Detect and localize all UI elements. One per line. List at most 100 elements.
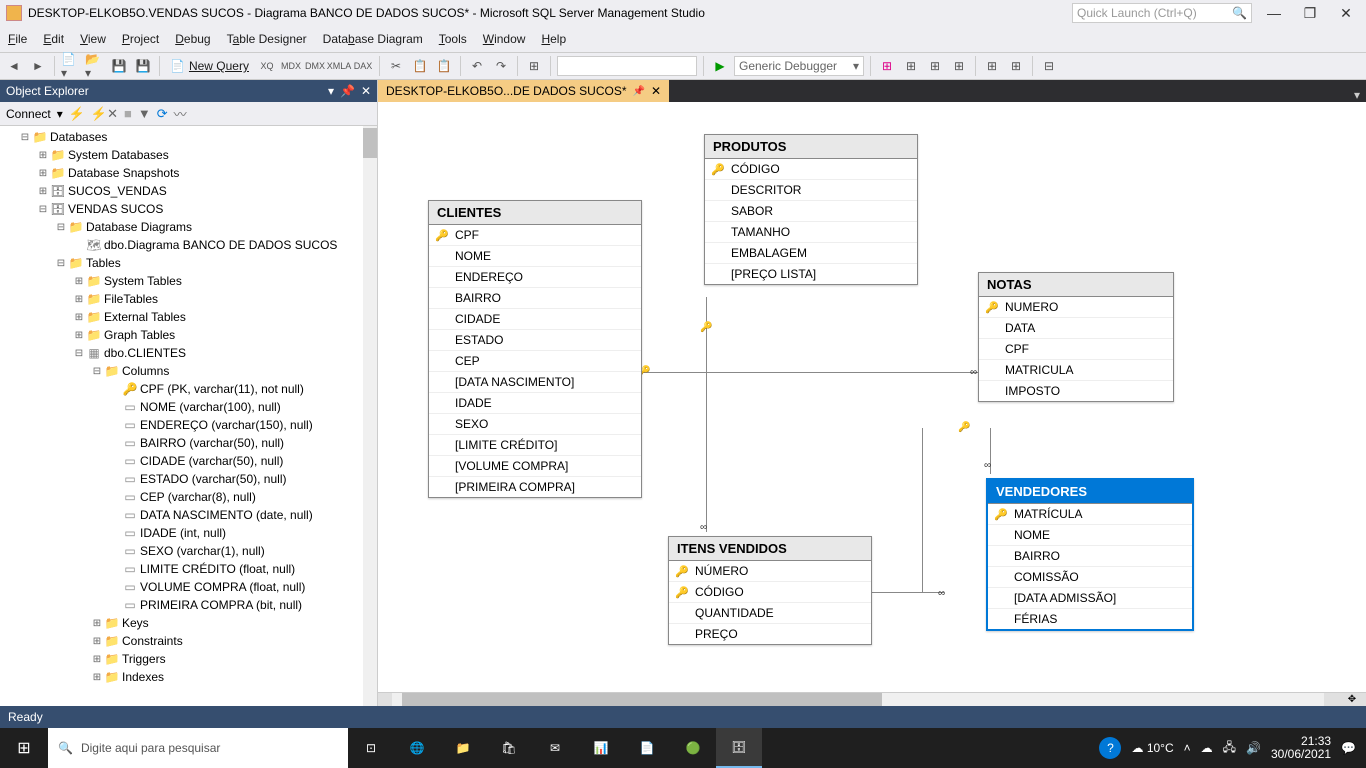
tree-item[interactable]: ⊞🗄SUCOS_VENDAS (0, 182, 377, 200)
taskbar-edge[interactable]: 🌐 (394, 728, 440, 768)
redo-button[interactable]: ↷ (491, 56, 511, 76)
tree-item[interactable]: ▭DATA NASCIMENTO (date, null) (0, 506, 377, 524)
table-column[interactable]: BAIRRO (988, 546, 1192, 567)
start-button[interactable]: ⊞ (0, 728, 48, 768)
tree-twisty[interactable]: ⊟ (72, 348, 86, 359)
panel-close-button[interactable]: ✕ (361, 84, 371, 98)
tree-item[interactable]: ⊞📁FileTables (0, 290, 377, 308)
quick-launch-input[interactable]: Quick Launch (Ctrl+Q) 🔍 (1072, 3, 1252, 23)
table-column[interactable]: [LIMITE CRÉDITO] (429, 435, 641, 456)
tree-item[interactable]: ⊞📁Triggers (0, 650, 377, 668)
menu-project[interactable]: Project (122, 32, 159, 46)
onedrive-icon[interactable]: ☁ (1201, 741, 1213, 755)
taskbar-mail[interactable]: ✉ (532, 728, 578, 768)
activity-icon[interactable]: 〰 (174, 104, 187, 123)
table-column[interactable]: BAIRRO (429, 288, 641, 309)
connect-dropdown[interactable]: ▾ (57, 107, 63, 121)
tree-item[interactable]: ⊞📁Keys (0, 614, 377, 632)
grid-button[interactable]: ⊞ (524, 56, 544, 76)
menu-tools[interactable]: Tools (439, 32, 467, 46)
object-tree[interactable]: ⊟📁Databases⊞📁System Databases⊞📁Database … (0, 126, 377, 706)
script-button-1[interactable]: XQ (257, 56, 277, 76)
tree-twisty[interactable]: ⊞ (36, 186, 50, 197)
weather-widget[interactable]: ☁ 10°C (1131, 741, 1173, 755)
tree-twisty[interactable]: ⊞ (36, 150, 50, 161)
tree-item[interactable]: ⊟📁Tables (0, 254, 377, 272)
tree-twisty[interactable]: ⊟ (54, 258, 68, 269)
table-column[interactable]: NOME (988, 525, 1192, 546)
tree-twisty[interactable]: ⊟ (36, 204, 50, 215)
tree-item[interactable]: ▭VOLUME COMPRA (float, null) (0, 578, 377, 596)
execute-button[interactable]: ▶ (710, 56, 730, 76)
tree-item[interactable]: ⊞📁Indexes (0, 668, 377, 686)
diagram-canvas[interactable]: 🔑 ∞ 🔑 ∞ ∞ 🔑 ∞ CLIENTES🔑CPFNOMEENDEREÇOBA… (378, 102, 1366, 692)
connect-button[interactable]: Connect (6, 107, 51, 121)
tree-item[interactable]: ⊞📁External Tables (0, 308, 377, 326)
table-column[interactable]: NOME (429, 246, 641, 267)
diagram-hscrollbar[interactable]: ✥ (378, 692, 1366, 706)
taskbar-excel[interactable]: 📊 (578, 728, 624, 768)
minimize-button[interactable]: — (1260, 3, 1288, 23)
table-column[interactable]: [VOLUME COMPRA] (429, 456, 641, 477)
tab-close-icon[interactable]: ✕ (651, 84, 661, 98)
tree-item[interactable]: ▭BAIRRO (varchar(50), null) (0, 434, 377, 452)
menu-database-diagram[interactable]: Database Diagram (323, 32, 423, 46)
tree-twisty[interactable]: ⊞ (36, 168, 50, 179)
menu-edit[interactable]: Edit (43, 32, 64, 46)
table-column[interactable]: COMISSÃO (988, 567, 1192, 588)
close-button[interactable]: ✕ (1332, 3, 1360, 23)
filter-icon[interactable]: ▼ (138, 106, 151, 121)
help-icon[interactable]: ? (1099, 737, 1121, 759)
tree-twisty[interactable]: ⊞ (72, 330, 86, 341)
tree-twisty[interactable]: ⊞ (90, 672, 104, 683)
tree-twisty[interactable]: ⊞ (72, 294, 86, 305)
tree-item[interactable]: ▭SEXO (varchar(1), null) (0, 542, 377, 560)
tree-item[interactable]: ⊟📁Columns (0, 362, 377, 380)
tree-item[interactable]: ▭CEP (varchar(8), null) (0, 488, 377, 506)
open-button[interactable]: 📂▾ (85, 56, 105, 76)
taskbar-chrome[interactable]: 🟢 (670, 728, 716, 768)
disconnect-icon[interactable]: ⚡✕ (91, 106, 118, 122)
table-column[interactable]: IDADE (429, 393, 641, 414)
table-column[interactable]: CIDADE (429, 309, 641, 330)
script-button-2[interactable]: MDX (281, 56, 301, 76)
table-tool-1[interactable]: ⊞ (877, 56, 897, 76)
pan-button[interactable]: ✥ (1338, 693, 1366, 706)
new-project-button[interactable]: 📄▾ (61, 56, 81, 76)
table-column[interactable]: 🔑MATRÍCULA (988, 504, 1192, 525)
panel-menu-button[interactable]: ▾ (328, 84, 334, 98)
menu-file[interactable]: File (8, 32, 27, 46)
table-header[interactable]: VENDEDORES (988, 480, 1192, 504)
refresh-icon[interactable]: ⟳ (157, 106, 168, 122)
database-dropdown[interactable] (557, 56, 697, 76)
diagram-table-vendedores[interactable]: VENDEDORES🔑MATRÍCULANOMEBAIRROCOMISSÃO[D… (986, 478, 1194, 631)
menu-help[interactable]: Help (541, 32, 566, 46)
table-header[interactable]: ITENS VENDIDOS (669, 537, 871, 561)
table-column[interactable]: PREÇO (669, 624, 871, 644)
table-header[interactable]: CLIENTES (429, 201, 641, 225)
diagram-table-produtos[interactable]: PRODUTOS🔑CÓDIGODESCRITORSABORTAMANHOEMBA… (704, 134, 918, 285)
tree-item[interactable]: ⊞📁Graph Tables (0, 326, 377, 344)
tree-twisty[interactable]: ⊟ (18, 132, 32, 143)
table-column[interactable]: DATA (979, 318, 1173, 339)
tree-item[interactable]: ⊟📁Database Diagrams (0, 218, 377, 236)
document-tab[interactable]: DESKTOP-ELKOB5O...DE DADOS SUCOS* 📌 ✕ (378, 80, 669, 102)
tree-item[interactable]: ⊞📁System Tables (0, 272, 377, 290)
taskbar-store[interactable]: 🛍 (486, 728, 532, 768)
nav-back-button[interactable]: ◄ (4, 56, 24, 76)
hscroll-thumb[interactable] (402, 693, 882, 706)
network-icon[interactable]: 🖧 (1223, 738, 1236, 759)
table-column[interactable]: 🔑NUMERO (979, 297, 1173, 318)
tree-item[interactable]: ▭ENDEREÇO (varchar(150), null) (0, 416, 377, 434)
table-column[interactable]: IMPOSTO (979, 381, 1173, 401)
panel-pin-button[interactable]: 📌 (340, 84, 355, 98)
table-column[interactable]: CPF (979, 339, 1173, 360)
table-column[interactable]: SEXO (429, 414, 641, 435)
table-column[interactable]: 🔑CPF (429, 225, 641, 246)
maximize-button[interactable]: ❐ (1296, 3, 1324, 23)
table-column[interactable]: FÉRIAS (988, 609, 1192, 629)
taskbar-search[interactable]: 🔍 Digite aqui para pesquisar (48, 728, 348, 768)
taskbar-ssms[interactable]: 🗄 (716, 728, 762, 768)
diagram-tool-3[interactable]: ⊟ (1039, 56, 1059, 76)
notifications-icon[interactable]: 💬 (1341, 741, 1356, 755)
